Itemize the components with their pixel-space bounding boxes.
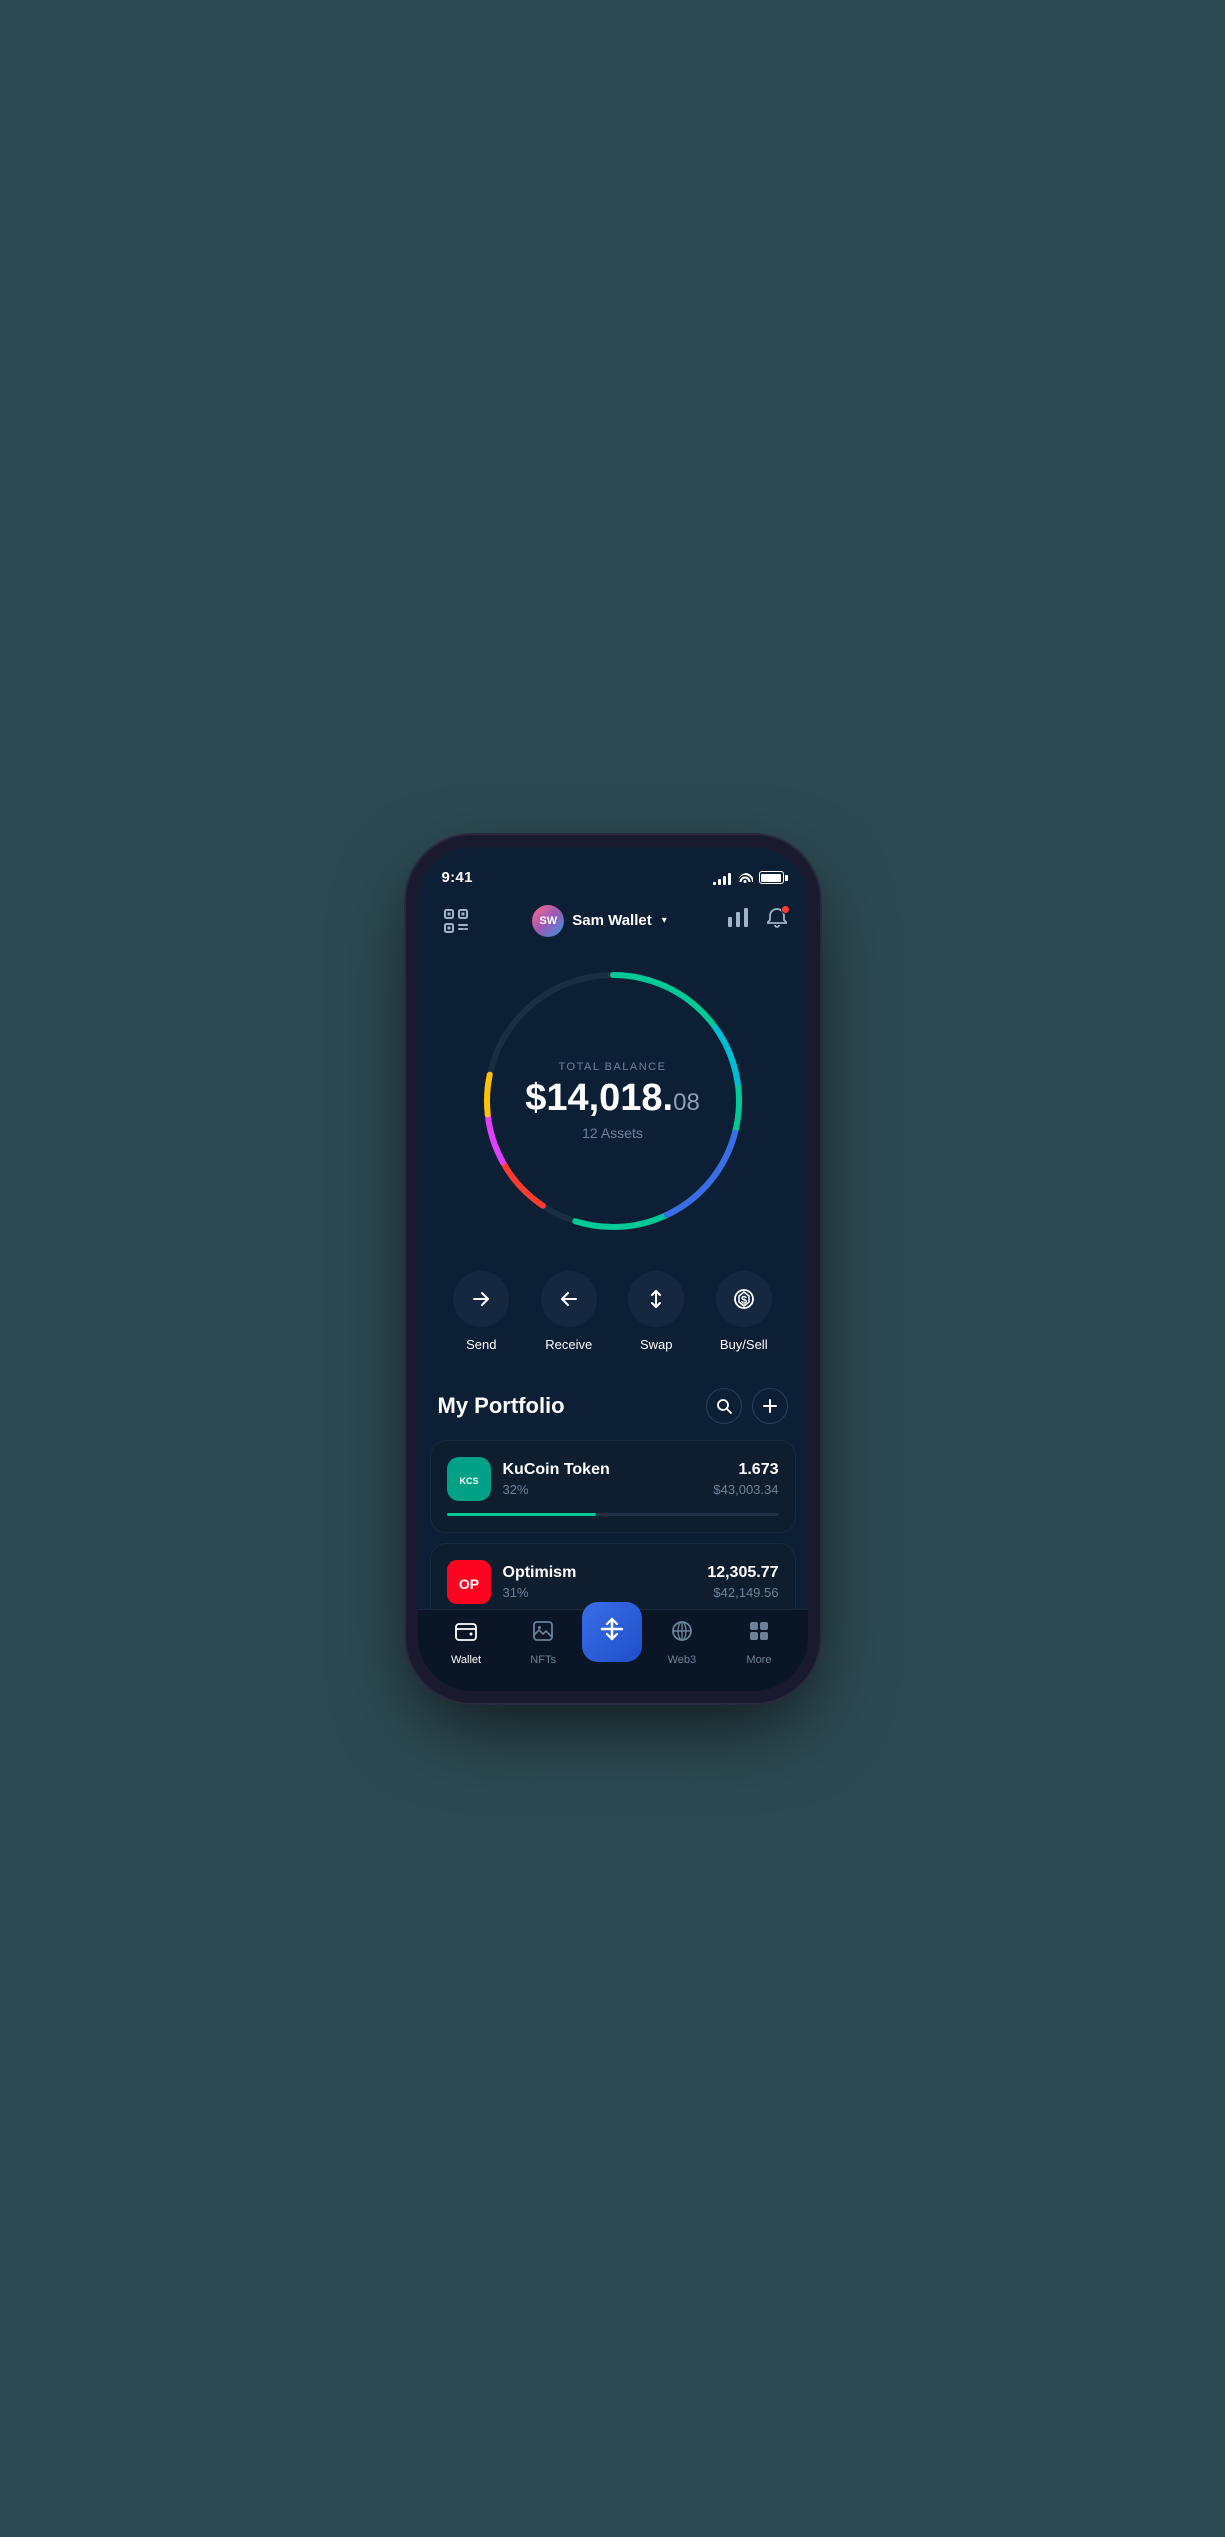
kucoin-info: KuCoin Token 32%	[503, 1461, 702, 1497]
buysell-icon-circle: $	[716, 1271, 772, 1327]
svg-text:OP: OP	[458, 1576, 478, 1592]
signal-bar-4	[728, 873, 731, 885]
center-nav-button[interactable]	[582, 1602, 642, 1662]
buysell-button[interactable]: $ Buy/Sell	[716, 1271, 772, 1352]
nfts-nav-label: NFTs	[530, 1654, 556, 1666]
kucoin-logo: KCS	[447, 1457, 491, 1501]
web3-nav-label: Web3	[668, 1654, 697, 1666]
web3-nav-icon	[670, 1619, 694, 1649]
battery-fill	[761, 874, 781, 882]
kucoin-amount: 1.673	[713, 1461, 778, 1479]
optimism-logo: OP	[447, 1560, 491, 1604]
balance-section: TOTAL BALANCE $14,018.08 12 Assets	[418, 951, 808, 1261]
status-time: 9:41	[442, 869, 473, 886]
swap-icon-circle	[628, 1271, 684, 1327]
nav-item-nfts[interactable]: NFTs	[505, 1619, 582, 1666]
balance-cents: 08	[673, 1089, 700, 1116]
kucoin-values: 1.673 $43,003.34	[713, 1461, 778, 1497]
asset-card-kucoin[interactable]: KCS KuCoin Token 32% 1.673 $43,003.34	[430, 1440, 796, 1533]
wifi-icon	[737, 870, 753, 886]
kucoin-bar-fill	[447, 1513, 596, 1516]
phone-frame: 9:41	[418, 847, 808, 1691]
optimism-info: Optimism 31%	[503, 1564, 696, 1600]
portfolio-actions	[706, 1388, 788, 1424]
scan-icon[interactable]	[438, 903, 474, 939]
portfolio-header: My Portfolio	[418, 1372, 808, 1440]
signal-bar-2	[718, 879, 721, 885]
action-buttons: Send Receive	[418, 1261, 808, 1372]
nfts-nav-icon	[531, 1619, 555, 1649]
svg-text:KCS: KCS	[459, 1476, 478, 1486]
kucoin-percent: 32%	[503, 1482, 702, 1497]
center-nav-icon	[598, 1615, 626, 1649]
signal-bar-3	[723, 876, 726, 885]
kucoin-usd: $43,003.34	[713, 1482, 778, 1497]
send-icon-circle	[453, 1271, 509, 1327]
wallet-selector[interactable]: SW Sam Wallet ▾	[532, 905, 667, 937]
header-right	[726, 907, 788, 935]
nav-item-web3[interactable]: Web3	[643, 1619, 720, 1666]
balance-whole: $14,018.	[525, 1077, 673, 1119]
asset-row-optimism: OP Optimism 31% 12,305.77 $42,149.56	[447, 1560, 779, 1604]
portfolio-title: My Portfolio	[438, 1393, 565, 1419]
chart-icon[interactable]	[726, 907, 750, 935]
balance-info: TOTAL BALANCE $14,018.08 12 Assets	[513, 1061, 713, 1141]
bell-icon-wrapper[interactable]	[766, 907, 788, 935]
swap-label: Swap	[640, 1337, 673, 1352]
add-asset-button[interactable]	[752, 1388, 788, 1424]
more-nav-label: More	[746, 1654, 771, 1666]
buysell-label: Buy/Sell	[720, 1337, 768, 1352]
optimism-percent: 31%	[503, 1585, 696, 1600]
kucoin-bar-track	[447, 1513, 779, 1516]
signal-bars-icon	[713, 871, 731, 885]
notch	[550, 847, 676, 881]
bottom-nav: Wallet NFTs	[418, 1609, 808, 1691]
search-button[interactable]	[706, 1388, 742, 1424]
signal-bar-1	[713, 882, 716, 885]
kucoin-name: KuCoin Token	[503, 1461, 702, 1479]
nav-item-wallet[interactable]: Wallet	[428, 1619, 505, 1666]
nav-item-more[interactable]: More	[720, 1619, 797, 1666]
optimism-name: Optimism	[503, 1564, 696, 1582]
swap-button[interactable]: Swap	[628, 1271, 684, 1352]
receive-icon-circle	[541, 1271, 597, 1327]
header: SW Sam Wallet ▾	[418, 895, 808, 951]
status-icons	[713, 870, 784, 886]
asset-row-kucoin: KCS KuCoin Token 32% 1.673 $43,003.34	[447, 1457, 779, 1501]
wallet-nav-icon	[454, 1619, 478, 1649]
send-button[interactable]: Send	[453, 1271, 509, 1352]
wallet-name: Sam Wallet	[572, 912, 651, 929]
phone-screen: 9:41	[418, 847, 808, 1691]
send-label: Send	[466, 1337, 496, 1352]
wallet-nav-label: Wallet	[451, 1654, 481, 1666]
balance-amount: $14,018.08	[513, 1079, 713, 1117]
bell-icon	[766, 912, 788, 934]
receive-button[interactable]: Receive	[541, 1271, 597, 1352]
optimism-usd: $42,149.56	[707, 1585, 778, 1600]
notification-dot	[781, 905, 790, 914]
avatar: SW	[532, 905, 564, 937]
balance-label: TOTAL BALANCE	[513, 1061, 713, 1073]
receive-label: Receive	[545, 1337, 592, 1352]
more-nav-icon	[747, 1619, 771, 1649]
battery-icon	[759, 871, 784, 884]
chevron-down-icon: ▾	[662, 915, 667, 926]
nav-item-center[interactable]	[582, 1622, 644, 1662]
balance-circle-container: TOTAL BALANCE $14,018.08 12 Assets	[473, 961, 753, 1241]
assets-count: 12 Assets	[513, 1125, 713, 1141]
optimism-values: 12,305.77 $42,149.56	[707, 1564, 778, 1600]
optimism-amount: 12,305.77	[707, 1564, 778, 1582]
